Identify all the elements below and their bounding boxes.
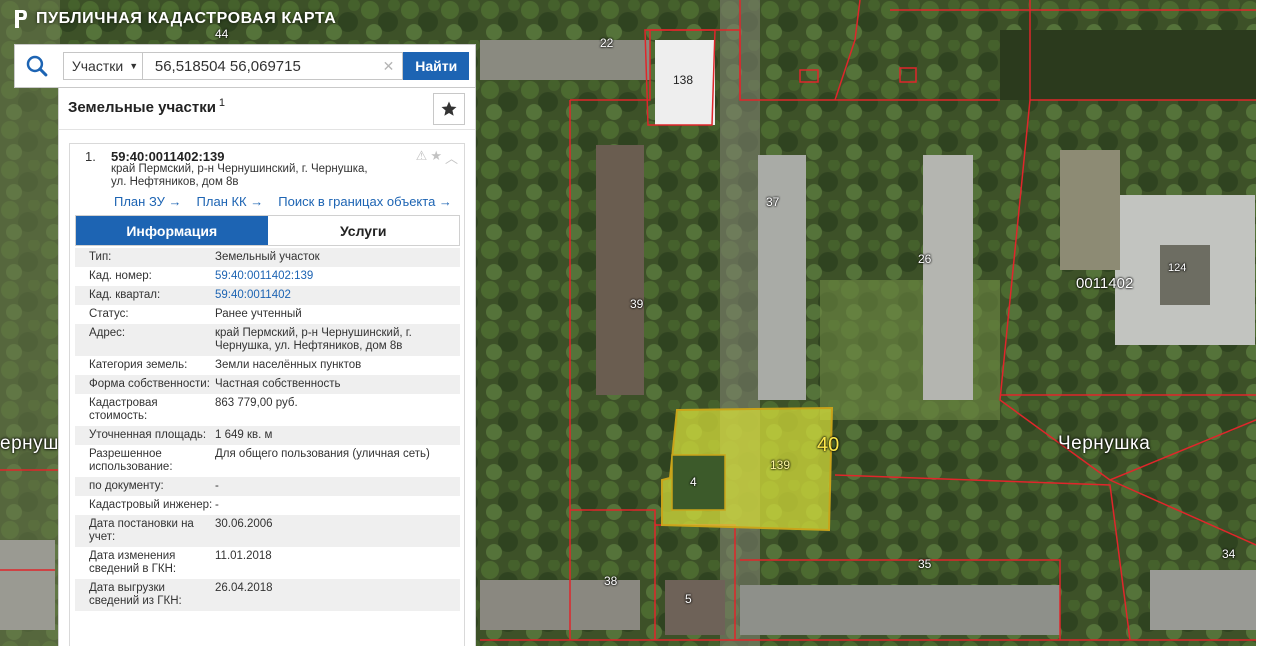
result-address: край Пермский, р-н Чернушинский, г. Черн… xyxy=(111,163,401,189)
info-key: Кад. номер: xyxy=(89,270,152,282)
info-row: Категория земель: Земли населённых пункто… xyxy=(75,356,460,375)
info-value: Земли населённых пунктов xyxy=(215,359,362,371)
result-number: 1. xyxy=(85,149,96,164)
info-row: по документу: - xyxy=(75,477,460,496)
info-row: Уточненная площадь: 1 649 кв. м xyxy=(75,426,460,445)
result-tabs: Информация Услуги xyxy=(75,215,460,246)
info-row: Кадастровый инженер: - xyxy=(75,496,460,515)
info-value: Для общего пользования (уличная сеть) xyxy=(215,448,430,460)
find-button[interactable]: Найти xyxy=(403,52,469,80)
info-value: - xyxy=(215,480,219,492)
favorites-button[interactable] xyxy=(433,93,465,125)
info-key: Уточненная площадь: xyxy=(89,429,207,441)
info-key: Кад. квартал: xyxy=(89,289,161,301)
star-icon[interactable]: ★ xyxy=(430,148,442,167)
map-label: 5 xyxy=(685,592,692,606)
panel-header: Земельные участки 1 xyxy=(59,88,475,130)
info-row: Адрес: край Пермский, р-н Чернушинский, г… xyxy=(75,324,460,356)
info-row: Разрешенное использование: Для общего пол… xyxy=(75,445,460,477)
plan-zu-link[interactable]: План ЗУ → xyxy=(114,194,182,209)
map-label: 4 xyxy=(690,475,697,489)
panel-title: Земельные участки 1 xyxy=(68,97,225,116)
info-value: 863 779,00 руб. xyxy=(215,397,298,409)
chevron-up-icon[interactable]: ︿ xyxy=(445,148,458,167)
info-key: Дата выгрузки сведений из ГКН: xyxy=(89,582,182,607)
app-title: ПУБЛИЧНАЯ КАДАСТРОВАЯ КАРТА xyxy=(36,10,337,27)
map-label: 40 xyxy=(817,434,840,456)
info-value: 1 649 кв. м xyxy=(215,429,273,441)
map-label: 38 xyxy=(604,574,618,588)
right-edge xyxy=(1256,0,1280,646)
town-label: ернуш xyxy=(0,433,59,454)
result-actions: ⚠ ★ ︿ xyxy=(416,148,458,167)
map-label: 124 xyxy=(1168,262,1187,274)
info-key: Статус: xyxy=(89,308,129,320)
info-value: - xyxy=(215,499,219,511)
info-key: Разрешенное использование: xyxy=(89,448,173,473)
chevron-down-icon: ▼ xyxy=(129,61,139,71)
info-key: Дата изменения сведений в ГКН: xyxy=(89,550,177,575)
info-row: Дата постановки на учет: 30.06.2006 xyxy=(75,515,460,547)
info-key: Кадастровый инженер: xyxy=(89,499,213,511)
map-label: 138 xyxy=(673,73,694,87)
panel-title-text: Земельные участки xyxy=(68,99,216,116)
warning-icon[interactable]: ⚠ xyxy=(416,148,428,167)
info-key: Дата постановки на учет: xyxy=(89,518,194,543)
info-value: Ранее учтенный xyxy=(215,308,302,320)
search-input-wrapper: ✕ xyxy=(142,52,404,80)
info-row: Кад. квартал: 59:40:0011402 xyxy=(75,286,460,305)
logo-icon xyxy=(15,10,27,28)
map-label: 34 xyxy=(1222,547,1236,561)
tab-information[interactable]: Информация xyxy=(76,216,268,245)
info-key: Адрес: xyxy=(89,327,126,339)
search-in-bounds-link[interactable]: Поиск в границах объекта → xyxy=(278,194,452,209)
info-value: Частная собственность xyxy=(215,378,341,390)
info-value-link[interactable]: 59:40:0011402 xyxy=(215,289,460,302)
map-label: 39 xyxy=(630,297,644,311)
close-icon[interactable]: ✕ xyxy=(383,58,395,75)
search-input[interactable] xyxy=(142,53,403,79)
info-value: 30.06.2006 xyxy=(215,518,273,530)
info-value: край Пермский, р-н Чернушинский, г. Черн… xyxy=(215,327,412,352)
info-key: Категория земель: xyxy=(89,359,188,371)
map-label: 37 xyxy=(766,195,780,209)
info-key: Форма собственности: xyxy=(89,378,210,390)
result-links: План ЗУ → План КК → Поиск в границах объ… xyxy=(114,194,452,209)
search-type-value: Участки xyxy=(71,58,124,74)
info-row: Кадастровая стоимость: 863 779,00 руб. xyxy=(75,394,460,426)
map-label: 26 xyxy=(918,252,932,266)
results-panel: Земельные участки 1 1. 59:40:0011402:139 … xyxy=(58,88,476,646)
search-icon[interactable] xyxy=(25,54,49,78)
parcel-label[interactable]: 139 xyxy=(770,458,790,472)
info-row: Кад. номер: 59:40:0011402:139 xyxy=(75,267,460,286)
town-label: Чернушка xyxy=(1058,433,1151,454)
result-count: 1 xyxy=(218,97,226,109)
info-value: 11.01.2018 xyxy=(215,550,272,562)
app-header: ПУБЛИЧНАЯ КАДАСТРОВАЯ КАРТА xyxy=(12,8,336,30)
info-key: Кадастровая стоимость: xyxy=(89,397,158,422)
plan-kk-link[interactable]: План КК → xyxy=(197,194,264,209)
star-icon xyxy=(441,101,457,116)
result-card[interactable]: 1. 59:40:0011402:139 край Пермский, р-н … xyxy=(69,143,465,646)
result-address-line: ул. Нефтяников, дом 8в xyxy=(111,176,239,188)
map-label: 35 xyxy=(918,557,932,571)
info-key: Тип: xyxy=(89,251,112,263)
info-value-link[interactable]: 59:40:0011402:139 xyxy=(215,270,460,283)
result-cadastral-number[interactable]: 59:40:0011402:139 xyxy=(111,149,225,164)
search-type-select[interactable]: Участки ▼ xyxy=(62,52,143,80)
info-row: Дата выгрузки сведений из ГКН: 26.04.2018 xyxy=(75,579,460,611)
result-address-line: край Пермский, р-н Чернушинский, г. Черн… xyxy=(111,163,368,175)
info-row: Тип: Земельный участок xyxy=(75,248,460,267)
search-bar: Участки ▼ ✕ Найти xyxy=(14,44,476,88)
tab-services[interactable]: Услуги xyxy=(267,216,459,245)
cadastral-quarter-label: 0011402 xyxy=(1076,275,1134,292)
info-table: Тип: Земельный участок Кад. номер: 59:40:0… xyxy=(75,248,460,611)
map-label: 22 xyxy=(600,36,614,50)
info-key: по документу: xyxy=(89,480,164,492)
info-row: Статус: Ранее учтенный xyxy=(75,305,460,324)
info-value: Земельный участок xyxy=(215,251,320,263)
info-row: Форма собственности: Частная собственност… xyxy=(75,375,460,394)
info-value: 26.04.2018 xyxy=(215,582,273,594)
info-row: Дата изменения сведений в ГКН: 11.01.2018 xyxy=(75,547,460,579)
